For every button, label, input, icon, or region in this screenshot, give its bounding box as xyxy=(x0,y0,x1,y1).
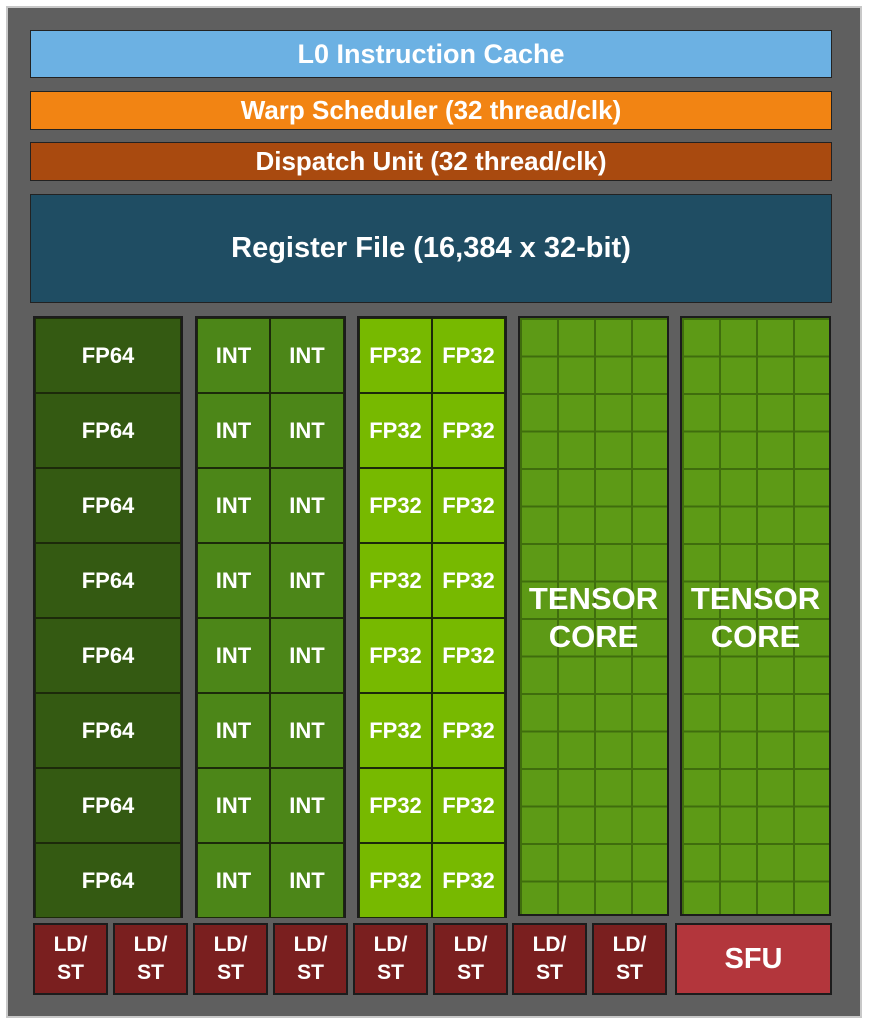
int-unit-r7-c1: INT xyxy=(197,768,270,843)
ldst-label-line2: ST xyxy=(297,961,324,984)
ldst-label-line1: LD/ xyxy=(532,933,567,956)
ldst-unit-2: LD/ST xyxy=(113,923,188,995)
ldst-label-line2: ST xyxy=(616,961,643,984)
ldst-unit-label: LD/ST xyxy=(374,931,408,987)
tensor-core-1-label: TENSOR CORE xyxy=(520,580,667,656)
fp32-unit-r8-c1: FP32 xyxy=(359,843,432,918)
int-unit-r1-c2: INT xyxy=(270,318,344,393)
ldst-unit-6: LD/ST xyxy=(433,923,508,995)
fp64-unit-r2: FP64 xyxy=(35,393,181,468)
ldst-label-line1: LD/ xyxy=(373,933,408,956)
tensor-core-2-label-line1: TENSOR xyxy=(690,581,821,616)
ldst-label-line1: LD/ xyxy=(293,933,328,956)
ldst-unit-1: LD/ST xyxy=(33,923,108,995)
l0-instruction-cache: L0 Instruction Cache xyxy=(30,30,832,78)
ldst-unit-4: LD/ST xyxy=(273,923,348,995)
fp64-unit-r3: FP64 xyxy=(35,468,181,543)
int-units-column: INT INT INT INT INT INT INT INT INT INT INT INT INT I… xyxy=(195,316,346,918)
ldst-label-line1: LD/ xyxy=(133,933,168,956)
ldst-unit-label: LD/ST xyxy=(134,931,168,987)
fp64-unit-r1: FP64 xyxy=(35,318,181,393)
ldst-unit-label: LD/ST xyxy=(454,931,488,987)
tensor-core-2-label: TENSOR CORE xyxy=(682,580,829,656)
fp64-unit-r7: FP64 xyxy=(35,768,181,843)
tensor-core-2-label-line2: CORE xyxy=(710,619,801,654)
fp32-unit-r3-c2: FP32 xyxy=(432,468,505,543)
fp32-unit-r7-c1: FP32 xyxy=(359,768,432,843)
ldst-label-line1: LD/ xyxy=(453,933,488,956)
register-file: Register File (16,384 x 32-bit) xyxy=(30,194,832,303)
ldst-label-line2: ST xyxy=(457,961,484,984)
ldst-label-line1: LD/ xyxy=(213,933,248,956)
ldst-unit-5: LD/ST xyxy=(353,923,428,995)
int-unit-r4-c2: INT xyxy=(270,543,344,618)
int-unit-r2-c1: INT xyxy=(197,393,270,468)
int-unit-r3-c2: INT xyxy=(270,468,344,543)
ldst-label-line2: ST xyxy=(137,961,164,984)
ldst-unit-7: LD/ST xyxy=(512,923,587,995)
int-unit-r6-c1: INT xyxy=(197,693,270,768)
ldst-unit-8: LD/ST xyxy=(592,923,667,995)
fp32-unit-r8-c2: FP32 xyxy=(432,843,505,918)
fp32-unit-r3-c1: FP32 xyxy=(359,468,432,543)
int-unit-r1-c1: INT xyxy=(197,318,270,393)
fp32-unit-r2-c1: FP32 xyxy=(359,393,432,468)
tensor-core-1: TENSOR CORE xyxy=(518,316,669,916)
fp32-unit-r1-c2: FP32 xyxy=(432,318,505,393)
fp64-unit-r8: FP64 xyxy=(35,843,181,918)
fp32-unit-r1-c1: FP32 xyxy=(359,318,432,393)
fp32-unit-r2-c2: FP32 xyxy=(432,393,505,468)
ldst-label-line1: LD/ xyxy=(612,933,647,956)
ldst-unit-label: LD/ST xyxy=(294,931,328,987)
int-unit-r8-c1: INT xyxy=(197,843,270,918)
ldst-unit-label: LD/ST xyxy=(613,931,647,987)
int-unit-r5-c1: INT xyxy=(197,618,270,693)
fp64-unit-r6: FP64 xyxy=(35,693,181,768)
ldst-label-line2: ST xyxy=(57,961,84,984)
fp64-unit-r4: FP64 xyxy=(35,543,181,618)
int-unit-r5-c2: INT xyxy=(270,618,344,693)
fp32-unit-r6-c1: FP32 xyxy=(359,693,432,768)
warp-scheduler: Warp Scheduler (32 thread/clk) xyxy=(30,91,832,130)
sfu-unit: SFU xyxy=(675,923,832,995)
ldst-unit-label: LD/ST xyxy=(214,931,248,987)
int-unit-r7-c2: INT xyxy=(270,768,344,843)
ldst-label-line2: ST xyxy=(536,961,563,984)
fp64-units-column: FP64 FP64 FP64 FP64 FP64 FP64 FP64 FP64 xyxy=(33,316,183,918)
int-unit-r4-c1: INT xyxy=(197,543,270,618)
ldst-unit-label: LD/ST xyxy=(533,931,567,987)
tensor-core-2: TENSOR CORE xyxy=(680,316,831,916)
fp32-units-column: FP32 FP32 FP32 FP32 FP32 FP32 FP32 FP32 FP32 FP32… xyxy=(357,316,507,918)
ldst-label-line2: ST xyxy=(377,961,404,984)
fp64-unit-r5: FP64 xyxy=(35,618,181,693)
int-unit-r6-c2: INT xyxy=(270,693,344,768)
dispatch-unit: Dispatch Unit (32 thread/clk) xyxy=(30,142,832,181)
int-unit-r2-c2: INT xyxy=(270,393,344,468)
ldst-unit-3: LD/ST xyxy=(193,923,268,995)
fp32-unit-r6-c2: FP32 xyxy=(432,693,505,768)
ldst-label-line2: ST xyxy=(217,961,244,984)
fp32-unit-r4-c2: FP32 xyxy=(432,543,505,618)
fp32-unit-r5-c2: FP32 xyxy=(432,618,505,693)
int-unit-r3-c1: INT xyxy=(197,468,270,543)
ldst-unit-label: LD/ST xyxy=(54,931,88,987)
fp32-unit-r5-c1: FP32 xyxy=(359,618,432,693)
tensor-core-1-label-line1: TENSOR xyxy=(528,581,659,616)
fp32-unit-r7-c2: FP32 xyxy=(432,768,505,843)
tensor-core-1-label-line2: CORE xyxy=(548,619,639,654)
fp32-unit-r4-c1: FP32 xyxy=(359,543,432,618)
ldst-label-line1: LD/ xyxy=(53,933,88,956)
int-unit-r8-c2: INT xyxy=(270,843,344,918)
